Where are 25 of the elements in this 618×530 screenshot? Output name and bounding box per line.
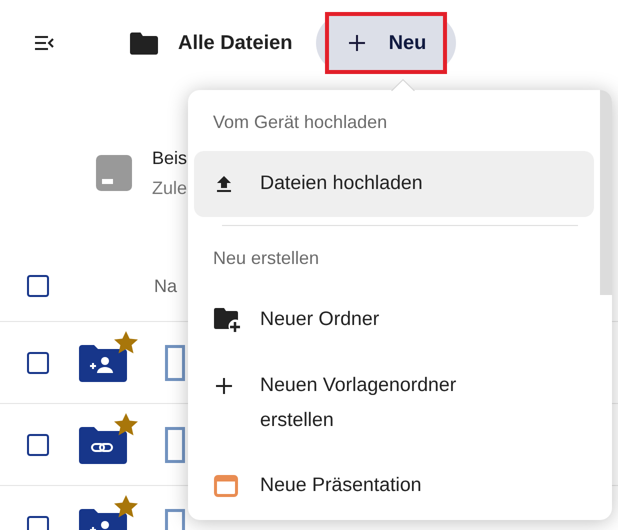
row-checkbox[interactable]	[27, 352, 49, 374]
thumbnail-placeholder	[165, 426, 185, 462]
menu-section-title: Neu erstellen	[213, 248, 320, 269]
recent-file-title: Beis	[152, 147, 188, 170]
menu-section-title: Vom Gerät hochladen	[213, 112, 388, 133]
star-icon[interactable]	[113, 494, 139, 520]
plus-icon	[346, 33, 367, 53]
column-header[interactable]: Na	[154, 276, 178, 296]
new-button[interactable]: Neu	[325, 12, 448, 74]
plus-icon	[214, 376, 234, 396]
menu-item[interactable]: Dateien hochladen	[194, 151, 594, 217]
page-title: Alle Dateien	[178, 32, 292, 54]
folder-plus-icon	[214, 306, 242, 332]
select-all-checkbox[interactable]	[27, 275, 49, 297]
recent-file-subtitle: Zule	[152, 177, 188, 200]
file-icon	[96, 155, 132, 191]
link-folder-icon	[79, 426, 127, 464]
upload-icon	[214, 174, 234, 194]
presentation-icon	[214, 474, 238, 496]
thumbnail-placeholder	[165, 344, 185, 380]
star-icon[interactable]	[113, 330, 139, 356]
row-checkbox[interactable]	[27, 434, 49, 456]
folder-icon	[130, 31, 158, 55]
shared-folder-icon	[79, 344, 127, 382]
star-icon[interactable]	[113, 412, 139, 438]
